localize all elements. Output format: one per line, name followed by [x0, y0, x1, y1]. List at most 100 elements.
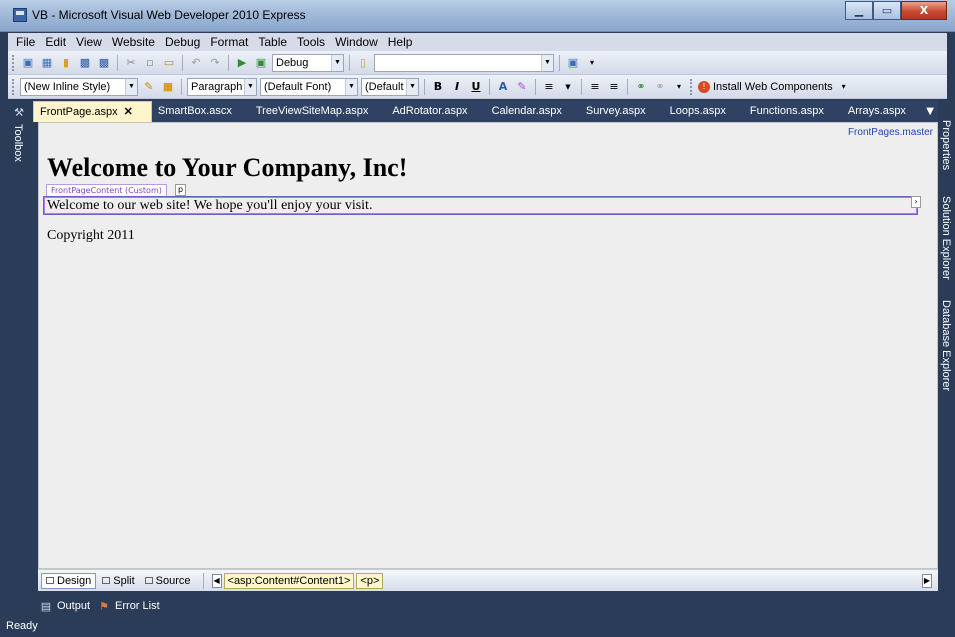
undo-icon[interactable]: ↶ [188, 55, 204, 71]
design-surface[interactable]: FrontPages.master Welcome to Your Compan… [38, 122, 938, 569]
body-text[interactable]: Welcome to our web site! We hope you'll … [47, 198, 372, 213]
menu-file[interactable]: File [12, 35, 41, 49]
align-icon[interactable]: ≡ [541, 79, 557, 95]
font-color-icon[interactable]: A [495, 79, 511, 95]
split-view-button[interactable]: Split [98, 574, 138, 588]
new-style-icon[interactable]: ✎ [141, 79, 157, 95]
menu-window[interactable]: Window [331, 35, 384, 49]
error-list-tab[interactable]: ⚑ Error List [96, 598, 160, 614]
toolbar-grip[interactable] [12, 78, 15, 95]
attach-stylesheet-icon[interactable]: ■ [160, 79, 176, 95]
app-icon [13, 8, 27, 22]
block-format-select[interactable]: Paragraph ▼ [187, 77, 257, 96]
restore-button[interactable]: ▭ [873, 1, 901, 20]
highlight-icon[interactable]: ✎ [514, 79, 530, 95]
chevron-down-icon: ▼ [345, 78, 357, 95]
tab-loops[interactable]: Loops.aspx [664, 101, 744, 122]
status-bar: Ready [0, 618, 955, 637]
copy-icon[interactable]: ▫ [142, 55, 158, 71]
chevron-down-icon: ▼ [541, 54, 553, 71]
hyperlink-icon[interactable]: ⚭ [633, 79, 649, 95]
solution-config-select[interactable]: Debug ▼ [272, 53, 344, 72]
tab-dropdown-icon[interactable]: ▼ [926, 101, 934, 122]
solution-explorer-tab[interactable]: Solution Explorer [940, 196, 952, 280]
font-size-value: (Default [365, 80, 404, 93]
save-all-icon[interactable]: ▩ [96, 55, 112, 71]
toolbar-grip[interactable] [690, 78, 693, 95]
tab-survey[interactable]: Survey.aspx [580, 101, 664, 122]
vertical-scrollbar[interactable] [925, 143, 937, 543]
font-select[interactable]: (Default Font) ▼ [260, 77, 358, 96]
chevron-down-icon[interactable]: ▼ [560, 79, 576, 95]
menu-debug[interactable]: Debug [161, 35, 206, 49]
minimize-button[interactable]: ▁ [845, 1, 873, 20]
tab-functions[interactable]: Functions.aspx [744, 101, 842, 122]
cut-icon[interactable]: ✂ [123, 55, 139, 71]
toolbar-grip[interactable] [12, 54, 15, 71]
numbered-list-icon[interactable]: ≡ [587, 79, 603, 95]
unlink-icon[interactable]: ⚭ [652, 79, 668, 95]
breadcrumb-content[interactable]: <asp:Content#Content1> [223, 572, 355, 589]
italic-button[interactable]: I [449, 79, 465, 95]
copyright-text[interactable]: Copyright 2011 [47, 228, 135, 244]
menu-help[interactable]: Help [384, 35, 419, 49]
master-page-link[interactable]: FrontPages.master [848, 127, 933, 138]
add-item-icon[interactable]: ▦ [39, 55, 55, 71]
title-bar: VB - Microsoft Visual Web Developer 2010… [0, 0, 955, 32]
paste-icon[interactable]: ▭ [161, 55, 177, 71]
design-view-button[interactable]: Design [41, 572, 97, 589]
horizontal-scrollbar[interactable] [39, 556, 925, 568]
toolbar-options-icon[interactable]: ▾ [671, 79, 687, 95]
chevron-left-icon[interactable]: ◀ [211, 573, 222, 588]
toolbar-options-icon[interactable]: ▾ [584, 55, 600, 71]
content-region-label: FrontPageContent (Custom) [46, 184, 167, 197]
redo-icon[interactable]: ↷ [207, 55, 223, 71]
start-debug-icon[interactable]: ▶ [234, 55, 250, 71]
new-project-icon[interactable]: ▣ [20, 55, 36, 71]
tab-frontpage[interactable]: FrontPage.aspx ✕ [33, 101, 152, 122]
menu-view[interactable]: View [72, 35, 108, 49]
output-tab[interactable]: ▤ Output [38, 598, 90, 614]
tab-calendar[interactable]: Calendar.aspx [486, 101, 580, 122]
tab-adrotator[interactable]: AdRotator.aspx [386, 101, 485, 122]
block-format-value: Paragraph [191, 80, 243, 93]
bulleted-list-icon[interactable]: ≡ [606, 79, 622, 95]
content-region[interactable]: Welcome to our web site! We hope you'll … [43, 196, 918, 215]
menu-tools[interactable]: Tools [293, 35, 331, 49]
install-web-components-button[interactable]: Install Web Components [713, 81, 833, 93]
window-title: VB - Microsoft Visual Web Developer 2010… [32, 8, 306, 22]
save-icon[interactable]: ▩ [77, 55, 93, 71]
breadcrumb-p[interactable]: <p> [356, 572, 384, 589]
bold-button[interactable]: B [430, 79, 446, 95]
chevron-right-icon[interactable]: ▶ [922, 573, 932, 588]
install-icon[interactable]: ! [698, 80, 710, 93]
menu-edit[interactable]: Edit [41, 35, 72, 49]
toolbox-tab[interactable]: Toolbox [12, 124, 24, 162]
open-file-icon[interactable]: ▮ [58, 55, 74, 71]
smart-tag-icon[interactable]: › [911, 196, 921, 208]
page-heading[interactable]: Welcome to Your Company, Inc! [47, 153, 407, 183]
menu-format[interactable]: Format [206, 35, 254, 49]
tab-smartbox[interactable]: SmartBox.ascx [152, 101, 250, 122]
find-icon[interactable]: ▯ [355, 55, 371, 71]
properties-tab[interactable]: Properties [940, 120, 952, 170]
solution-explorer-icon[interactable]: ▣ [565, 55, 581, 71]
style-select[interactable]: (New Inline Style) ▼ [20, 77, 138, 96]
tab-treeviewsitemap[interactable]: TreeViewSiteMap.aspx [250, 101, 387, 122]
tab-arrays[interactable]: Arrays.aspx [842, 101, 924, 122]
view-bar: Design Split Source ◀ <asp:Content#Conte… [38, 569, 938, 591]
view-in-browser-icon[interactable]: ▣ [253, 55, 269, 71]
database-explorer-tab[interactable]: Database Explorer [940, 300, 952, 391]
menu-website[interactable]: Website [108, 35, 161, 49]
output-label: Output [57, 600, 91, 612]
menu-table[interactable]: Table [254, 35, 293, 49]
close-button[interactable]: X [901, 1, 947, 20]
design-icon [46, 577, 54, 584]
close-icon[interactable]: ✕ [124, 106, 133, 118]
source-icon [144, 577, 153, 584]
source-view-button[interactable]: Source [141, 574, 195, 588]
underline-button[interactable]: U [468, 79, 484, 95]
font-size-select[interactable]: (Default ▼ [361, 77, 419, 96]
toolbar-options-icon[interactable]: ▾ [836, 79, 852, 95]
find-combo[interactable]: ▼ [374, 53, 554, 72]
